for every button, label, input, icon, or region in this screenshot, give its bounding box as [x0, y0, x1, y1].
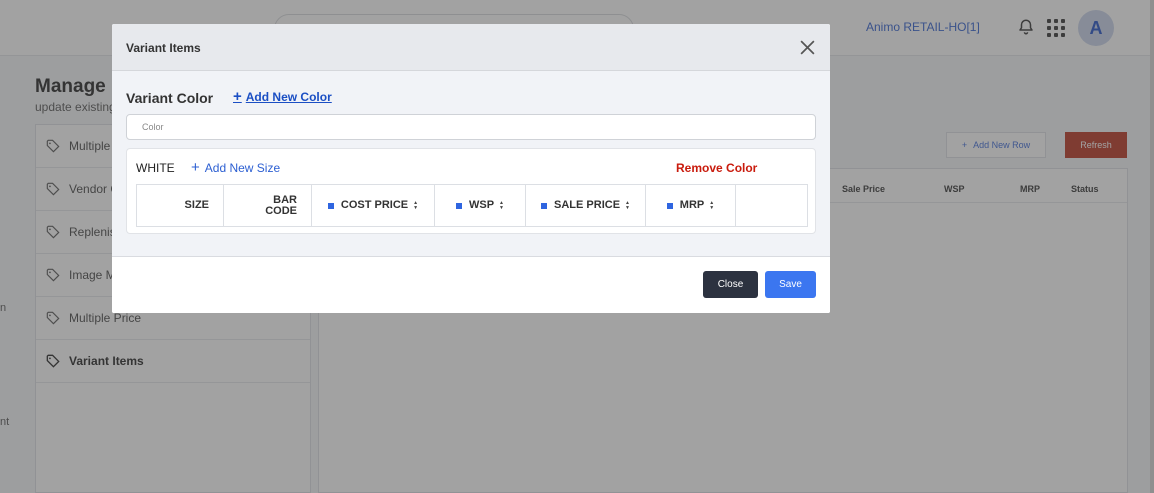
- save-button[interactable]: Save: [765, 271, 816, 298]
- add-new-color-link[interactable]: + Add New Color: [233, 88, 332, 105]
- required-marker-icon: [455, 202, 462, 209]
- sort-icon[interactable]: ▲ ▼: [709, 200, 714, 211]
- remove-color-link[interactable]: Remove Color: [676, 161, 757, 175]
- sort-icon[interactable]: ▲ ▼: [499, 200, 504, 211]
- modal-title: Variant Items: [126, 41, 201, 55]
- column-header-actions: [736, 185, 807, 226]
- color-input[interactable]: [126, 114, 816, 140]
- column-header-wsp[interactable]: WSP ▲ ▼: [435, 185, 526, 226]
- color-name: WHITE: [136, 161, 175, 175]
- plus-icon: +: [191, 159, 200, 176]
- column-header-mrp[interactable]: MRP ▲ ▼: [646, 185, 736, 226]
- size-table-header: SIZE BAR CODE COST PRICE ▲ ▼ WSP ▲ ▼ SAL…: [136, 184, 808, 227]
- required-marker-icon: [666, 202, 673, 209]
- modal-body: Variant Color + Add New Color WHITE + Ad…: [112, 71, 830, 257]
- sort-icon[interactable]: ▲ ▼: [625, 200, 630, 211]
- column-header-cost-price[interactable]: COST PRICE ▲ ▼: [312, 185, 435, 226]
- close-icon[interactable]: [799, 39, 816, 56]
- column-header-sale-price[interactable]: SALE PRICE ▲ ▼: [526, 185, 646, 226]
- required-marker-icon: [541, 202, 548, 209]
- variant-color-label: Variant Color: [126, 90, 214, 106]
- close-button[interactable]: Close: [703, 271, 758, 298]
- sort-icon[interactable]: ▲ ▼: [413, 200, 418, 211]
- required-marker-icon: [327, 202, 334, 209]
- modal-header: Variant Items: [112, 24, 830, 71]
- variant-items-modal: Variant Items Variant Color + Add New Co…: [112, 24, 830, 313]
- color-variant-card: WHITE + Add New Size Remove Color SIZE B…: [126, 148, 816, 234]
- column-header-bar-code: BAR CODE: [224, 185, 312, 226]
- modal-footer: Close Save: [112, 257, 830, 313]
- column-header-size: SIZE: [137, 185, 224, 226]
- add-new-size-link[interactable]: + Add New Size: [191, 159, 280, 176]
- plus-icon: +: [233, 88, 242, 105]
